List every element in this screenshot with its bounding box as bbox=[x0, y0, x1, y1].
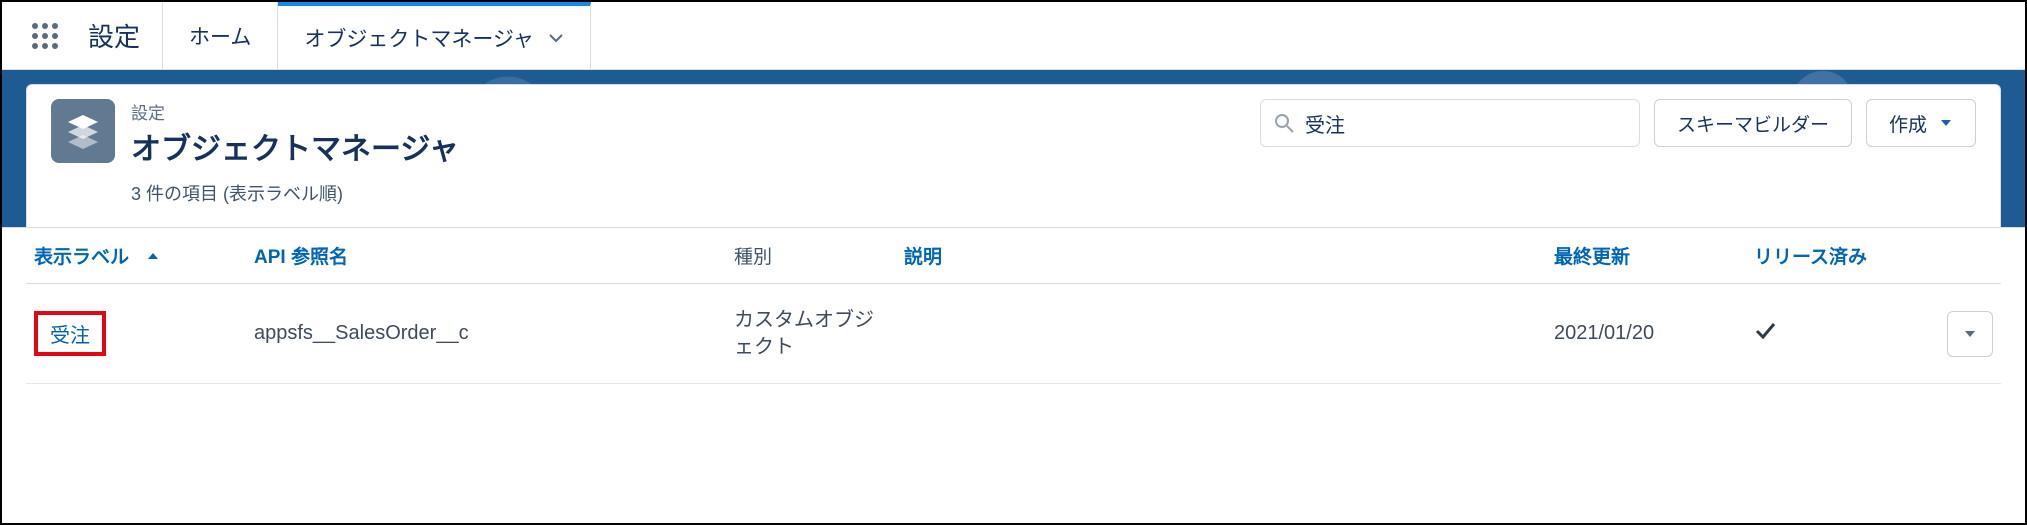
row-actions-button[interactable] bbox=[1947, 311, 1993, 357]
global-nav: 設定 ホーム オブジェクトマネージャ bbox=[2, 2, 2025, 70]
apps-grid-icon bbox=[30, 21, 60, 51]
page-header: 設定 オブジェクトマネージャ 3 件の項目 (表示ラベル順) スキーマビルダー … bbox=[2, 70, 2025, 228]
tab-label: オブジェクトマネージャ bbox=[304, 23, 534, 53]
check-icon bbox=[1754, 325, 1776, 347]
cell-updated: 2021/01/20 bbox=[1546, 312, 1746, 355]
button-label: 作成 bbox=[1889, 110, 1927, 137]
create-button[interactable]: 作成 bbox=[1866, 99, 1976, 147]
search-input[interactable] bbox=[1260, 99, 1640, 147]
search-wrap bbox=[1260, 99, 1640, 147]
tab-label: ホーム bbox=[189, 21, 251, 51]
tab-object-manager[interactable]: オブジェクトマネージャ bbox=[278, 2, 591, 69]
col-updated-text: 最終更新 bbox=[1554, 247, 1630, 268]
schema-builder-button[interactable]: スキーマビルダー bbox=[1654, 99, 1852, 147]
highlight-box: 受注 bbox=[34, 311, 106, 356]
caret-down-icon bbox=[1939, 116, 1953, 130]
cell-api: appsfs__SalesOrder__c bbox=[246, 312, 726, 355]
col-label-text: 表示ラベル bbox=[34, 242, 129, 269]
breadcrumb: 設定 bbox=[131, 99, 459, 124]
app-name: 設定 bbox=[88, 2, 162, 69]
tab-home[interactable]: ホーム bbox=[162, 2, 278, 69]
col-desc-text: 説明 bbox=[904, 247, 942, 268]
table-row: 受注 appsfs__SalesOrder__c カスタムオブジェクト 2021… bbox=[26, 284, 2001, 384]
caret-down-icon bbox=[1963, 327, 1977, 341]
col-type-text: 種別 bbox=[734, 247, 772, 268]
nav-tabs: ホーム オブジェクトマネージャ bbox=[162, 2, 591, 69]
button-label: スキーマビルダー bbox=[1677, 110, 1829, 137]
app-launcher[interactable] bbox=[2, 2, 88, 69]
search-icon bbox=[1274, 113, 1294, 133]
cell-released bbox=[1746, 310, 1926, 358]
chevron-down-icon[interactable] bbox=[548, 30, 564, 46]
col-api[interactable]: API 参照名 bbox=[246, 242, 726, 269]
page-subtitle: 3 件の項目 (表示ラベル順) bbox=[131, 180, 459, 206]
col-label[interactable]: 表示ラベル bbox=[26, 242, 246, 269]
col-updated[interactable]: 最終更新 bbox=[1546, 242, 1746, 269]
col-type[interactable]: 種別 bbox=[726, 242, 896, 269]
col-released[interactable]: リリース済み bbox=[1746, 242, 1926, 269]
sort-asc-icon bbox=[147, 250, 159, 262]
cell-type: カスタムオブジェクト bbox=[726, 297, 896, 371]
cell-desc bbox=[896, 324, 1546, 344]
object-label-link[interactable]: 受注 bbox=[50, 325, 90, 347]
object-manager-icon bbox=[51, 99, 115, 163]
col-released-text: リリース済み bbox=[1754, 247, 1867, 268]
page-title: オブジェクトマネージャ bbox=[131, 124, 459, 168]
object-table: 表示ラベル API 参照名 種別 説明 最終更新 リリース済み 受注 appsf… bbox=[26, 228, 2001, 384]
col-desc[interactable]: 説明 bbox=[896, 242, 1546, 269]
table-header: 表示ラベル API 参照名 種別 説明 最終更新 リリース済み bbox=[26, 228, 2001, 284]
header-card: 設定 オブジェクトマネージャ 3 件の項目 (表示ラベル順) スキーマビルダー … bbox=[26, 84, 2001, 227]
col-api-text: API 参照名 bbox=[254, 247, 348, 268]
content: 表示ラベル API 参照名 種別 説明 最終更新 リリース済み 受注 appsf… bbox=[2, 228, 2025, 384]
